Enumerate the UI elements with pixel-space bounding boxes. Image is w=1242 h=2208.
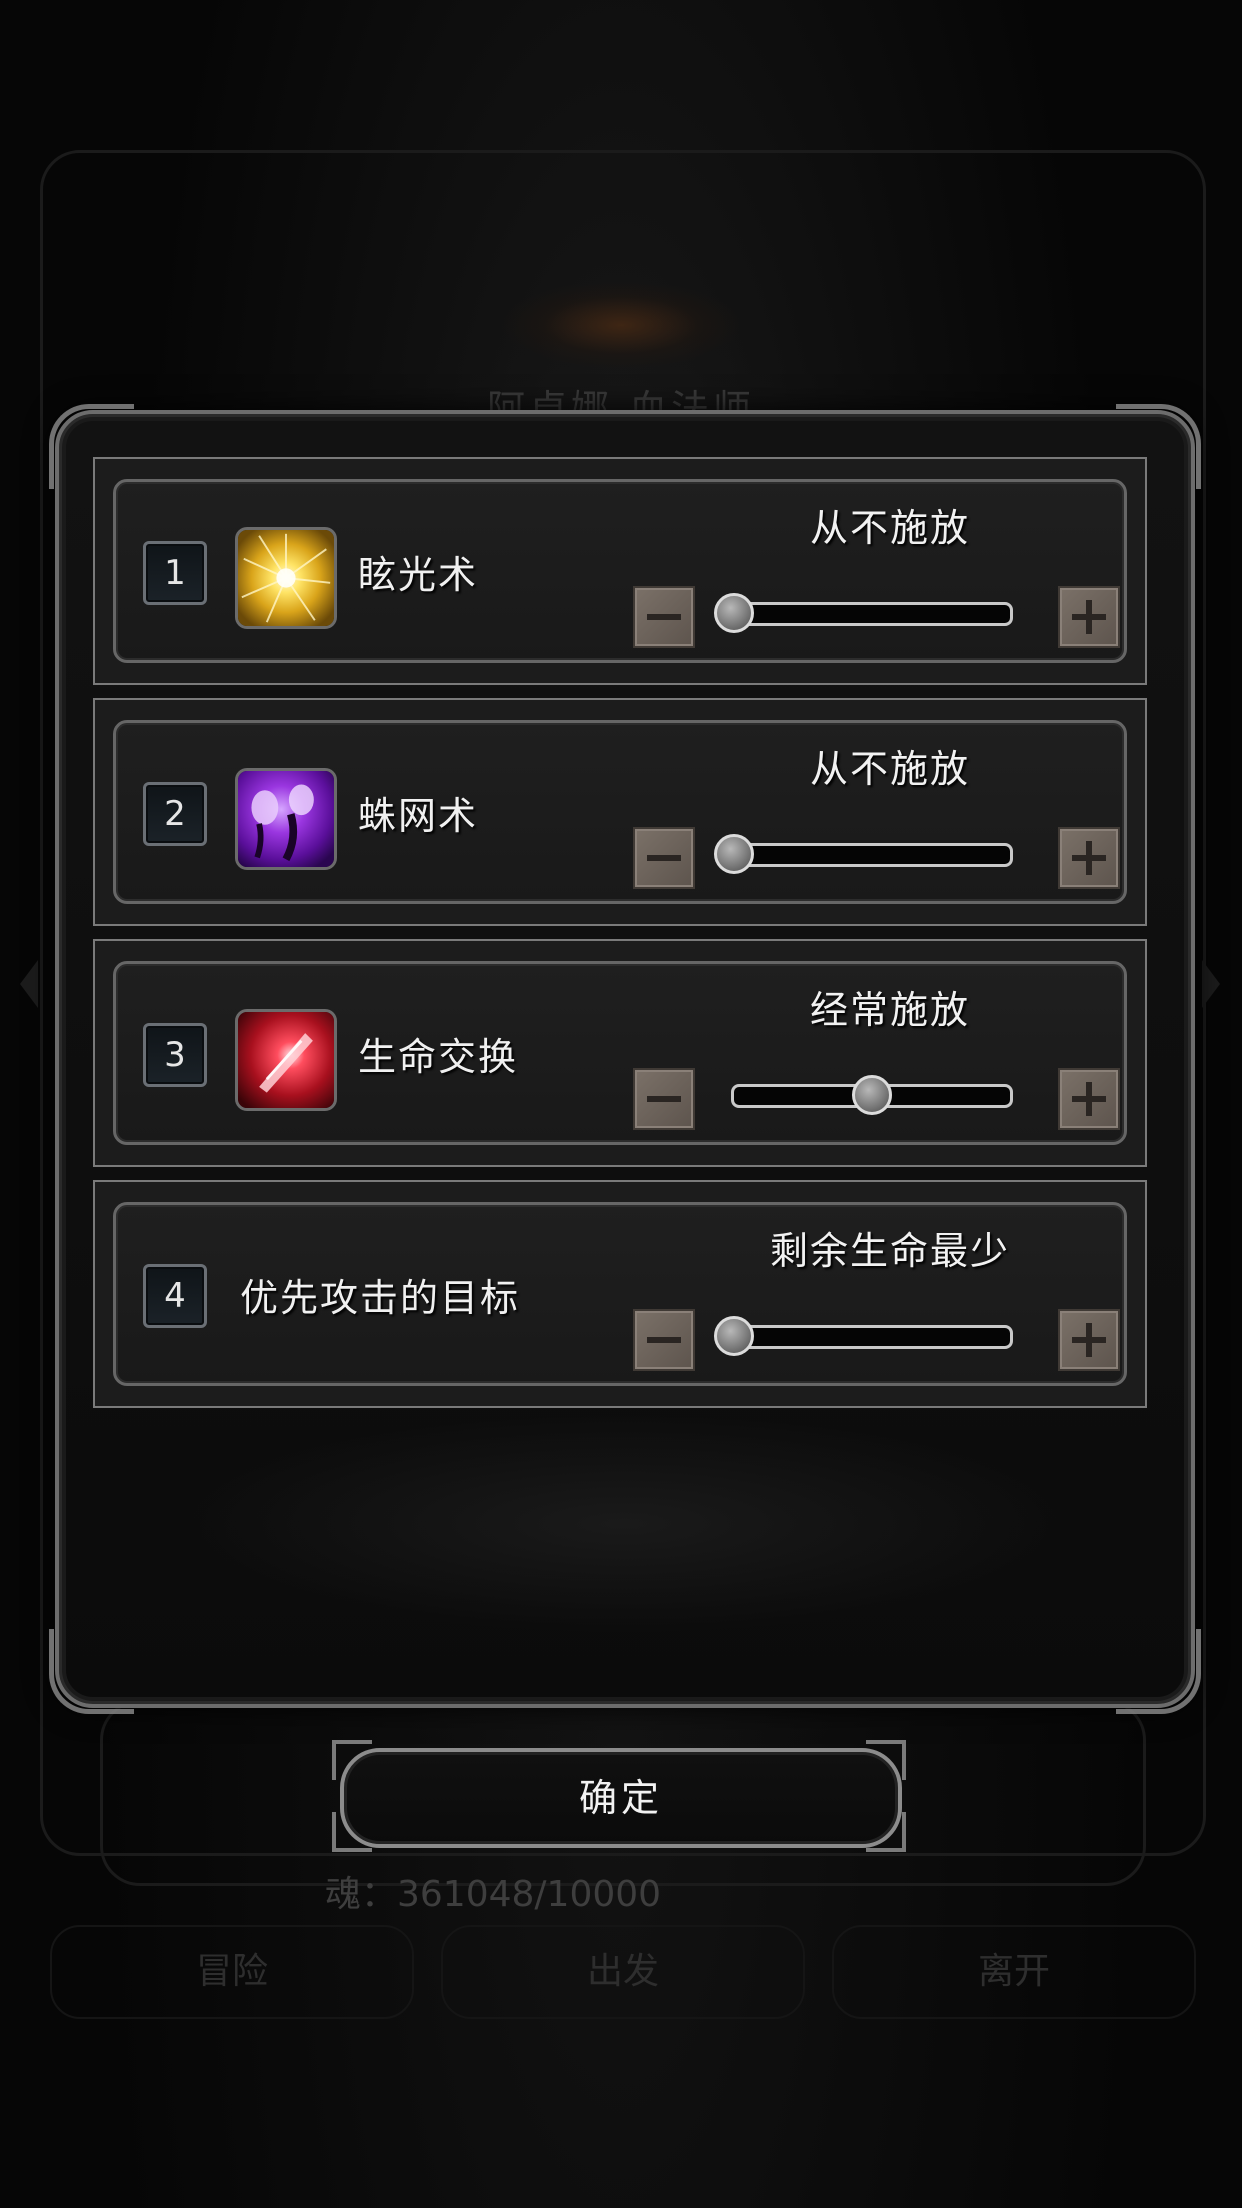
skill-row-2: 2 蛛网术 从不施放: [93, 698, 1147, 926]
priority-number: 1: [143, 541, 207, 605]
leave-button: 离开: [832, 1925, 1196, 2019]
target-choice-slider[interactable]: [714, 1316, 1013, 1356]
button-corner-ornament: [332, 1812, 372, 1852]
soul-counter: 魂：361048/10000: [325, 1874, 662, 1915]
button-corner-ornament: [866, 1740, 906, 1780]
button-corner-ornament: [332, 1740, 372, 1780]
adventure-button: 冒险: [50, 1925, 414, 2019]
priority-number: 3: [143, 1023, 207, 1087]
minus-icon: [647, 1337, 681, 1343]
increase-button[interactable]: [1058, 1068, 1120, 1130]
priority-number: 4: [143, 1264, 207, 1328]
cast-frequency-slider[interactable]: [714, 834, 1013, 874]
increase-button[interactable]: [1058, 827, 1120, 889]
background-ornament: [500, 280, 742, 370]
decrease-button[interactable]: [633, 1309, 695, 1371]
decrease-button[interactable]: [633, 827, 695, 889]
cast-frequency-label: 从不施放: [809, 506, 970, 550]
minus-icon: [647, 614, 681, 620]
right-arrow-icon: [1202, 960, 1220, 1008]
left-arrow-icon: [20, 960, 38, 1008]
glare-burst-icon: [235, 527, 337, 629]
target-priority-label: 优先攻击的目标: [240, 1276, 521, 1320]
button-corner-ornament: [866, 1812, 906, 1852]
dialog-corner-ornament: [1116, 1629, 1201, 1714]
target-priority-row: 4 优先攻击的目标 剩余生命最少: [93, 1180, 1147, 1408]
depart-button: 出发: [441, 1925, 805, 2019]
plus-icon-vertical: [1086, 1323, 1092, 1357]
skill-name: 眩光术: [358, 553, 479, 597]
cast-frequency-slider[interactable]: [714, 593, 1013, 633]
plus-icon-vertical: [1086, 600, 1092, 634]
skill-name: 蛛网术: [358, 794, 479, 838]
increase-button[interactable]: [1058, 1309, 1120, 1371]
skill-row-1: 1 眩光术 从不施放: [93, 457, 1147, 685]
confirm-button[interactable]: 确定: [340, 1748, 902, 1848]
minus-icon: [647, 1096, 681, 1102]
slider-knob[interactable]: [852, 1075, 892, 1115]
plus-icon-vertical: [1086, 841, 1092, 875]
cast-frequency-label: 从不施放: [809, 747, 970, 791]
minus-icon: [647, 855, 681, 861]
increase-button[interactable]: [1058, 586, 1120, 648]
plus-icon-vertical: [1086, 1082, 1092, 1116]
dialog-corner-ornament: [49, 1629, 134, 1714]
skill-row-3: 3 生命交换 经常施放: [93, 939, 1147, 1167]
decrease-button[interactable]: [633, 586, 695, 648]
slider-knob[interactable]: [714, 834, 754, 874]
slider-knob[interactable]: [714, 593, 754, 633]
life-exchange-icon: [235, 1009, 337, 1111]
web-spell-icon: [235, 768, 337, 870]
cast-frequency-label: 经常施放: [809, 988, 970, 1032]
cast-frequency-slider[interactable]: [731, 1075, 1013, 1115]
dialog-texture: [179, 1414, 1069, 1634]
decrease-button[interactable]: [633, 1068, 695, 1130]
slider-knob[interactable]: [714, 1316, 754, 1356]
skill-name: 生命交换: [358, 1035, 519, 1079]
priority-number: 2: [143, 782, 207, 846]
target-choice-label: 剩余生命最少: [769, 1229, 1010, 1273]
